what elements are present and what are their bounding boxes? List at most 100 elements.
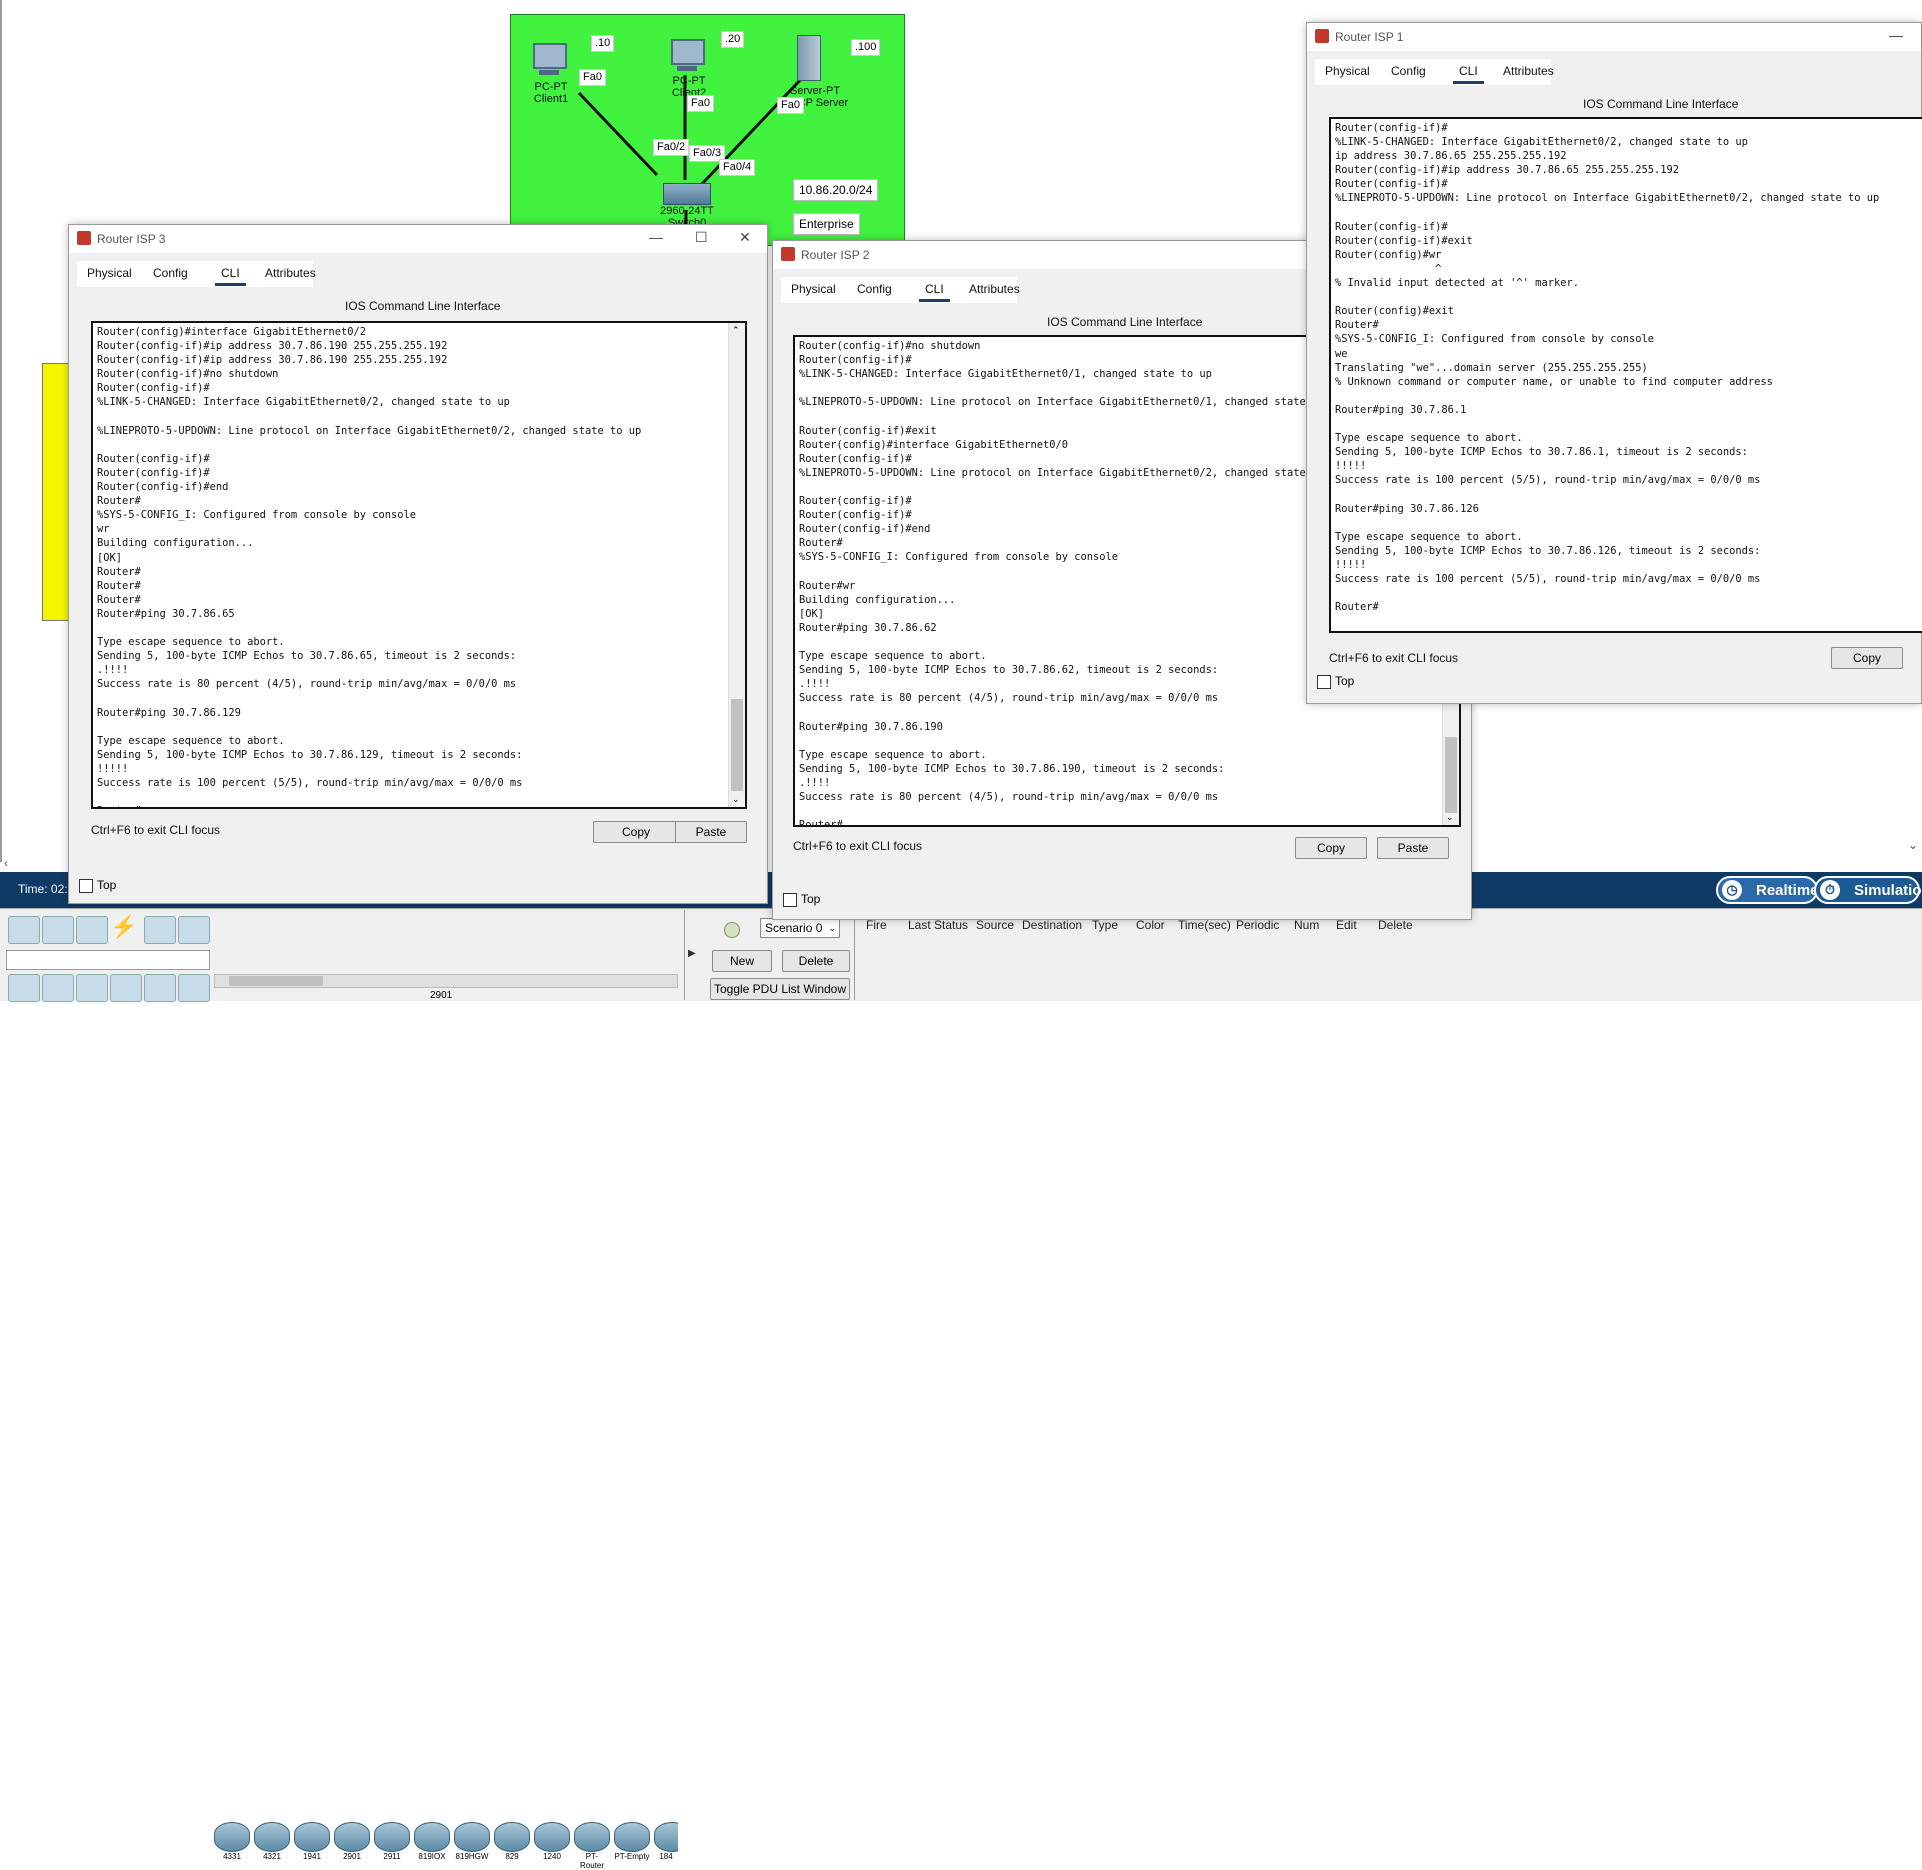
cli-terminal[interactable]: Router(config)#interface GigabitEthernet… [91, 321, 747, 809]
chevron-down-icon: ⌄ [828, 923, 836, 933]
selected-model-label: 2901 [430, 990, 453, 1001]
titlebar[interactable]: Router ISP 3 — ☐ ✕ [69, 225, 767, 253]
multiuser-icon[interactable] [178, 916, 210, 944]
tab-physical[interactable]: Physical [87, 266, 132, 280]
tab-attributes[interactable]: Attributes [1503, 64, 1554, 78]
router-model-tile[interactable]: 819HGW [454, 1822, 490, 1864]
pdu-col-num: Num [1294, 918, 1320, 932]
toggle-pdu-list-button[interactable]: Toggle PDU List Window [710, 978, 850, 1000]
switches-icon[interactable] [42, 974, 74, 1002]
category-filter[interactable] [6, 950, 210, 970]
expand-arrow-icon[interactable]: ▶ [688, 948, 696, 959]
exit-cli-hint: Ctrl+F6 to exit CLI focus [793, 839, 923, 853]
simulation-label: Simulation [1854, 882, 1922, 899]
tab-physical[interactable]: Physical [1325, 64, 1370, 78]
scroll-down-icon[interactable]: ⌄ [732, 794, 740, 805]
server-icon[interactable] [797, 35, 821, 81]
minimize-icon[interactable]: — [649, 229, 663, 245]
tab-cli[interactable]: CLI [1453, 64, 1484, 84]
titlebar[interactable]: Router ISP 1 — [1307, 23, 1921, 51]
pc-icon[interactable] [671, 39, 705, 71]
tab-attributes[interactable]: Attributes [969, 282, 1020, 296]
simulation-button[interactable]: ⏱ Simulation [1814, 876, 1922, 904]
router-model-tile[interactable]: PT-Empty [614, 1822, 650, 1864]
router-model-tile[interactable]: PT-Router [574, 1822, 610, 1870]
scenario-select[interactable]: Scenario 0 ⌄ [760, 918, 840, 938]
client1-model-label: PC-PT [534, 81, 568, 93]
pdu-col-color: Color [1136, 918, 1165, 932]
realtime-button[interactable]: ◷ Realtime [1716, 876, 1819, 904]
maximize-icon[interactable]: ☐ [695, 229, 708, 246]
switch-icon[interactable] [663, 183, 711, 205]
router-model-tile[interactable]: 4331 [214, 1822, 250, 1864]
pdu-col-last-status: Last Status [908, 918, 969, 932]
tab-cli[interactable]: CLI [215, 266, 246, 286]
pdu-col-type: Type [1092, 918, 1119, 932]
router-model-tile[interactable]: 2911 [374, 1822, 410, 1864]
info-icon[interactable] [724, 922, 740, 938]
window-title: Router ISP 1 [1335, 30, 1404, 44]
realtime-label: Realtime [1756, 882, 1819, 899]
scroll-up-icon[interactable]: ⌃ [732, 325, 740, 336]
misc-icon[interactable] [144, 916, 176, 944]
routers-icon[interactable] [8, 974, 40, 1002]
tab-cli[interactable]: CLI [919, 282, 950, 302]
tab-physical[interactable]: Physical [791, 282, 836, 296]
top-checkbox[interactable] [79, 879, 93, 893]
subnet-note: 10.86.20.0/24 [793, 179, 879, 201]
panel-divider [854, 910, 855, 1000]
wireless-icon[interactable] [110, 974, 142, 1002]
scroll-thumb[interactable] [731, 699, 743, 791]
enterprise-area[interactable]: PC-PT Client1 .10 Fa0 PC-PT Client2 .20 … [510, 14, 905, 246]
components-icon[interactable] [76, 916, 108, 944]
router-model-tile[interactable]: 184 [654, 1822, 678, 1864]
tab-config[interactable]: Config [1391, 64, 1426, 78]
router-model-tile[interactable]: 829 [494, 1822, 530, 1864]
router-isp1-window: Router ISP 1 — Physical Config CLI Attri… [1306, 22, 1922, 704]
tab-config[interactable]: Config [857, 282, 892, 296]
client2-model-label: PC-PT [672, 75, 706, 87]
scroll-down-icon[interactable]: ⌄ [1908, 838, 1918, 852]
wan-emulation-icon[interactable] [178, 974, 210, 1002]
scroll-left-icon[interactable]: ‹ [4, 856, 8, 870]
end-devices-icon[interactable] [42, 916, 74, 944]
delete-scenario-button[interactable]: Delete [782, 950, 850, 972]
minimize-icon[interactable]: — [1889, 27, 1903, 43]
copy-button[interactable]: Copy [1295, 837, 1367, 859]
top-checkbox[interactable] [1317, 675, 1331, 689]
paste-button[interactable]: Paste [675, 821, 747, 843]
client1-name-label: Client1 [533, 93, 569, 105]
connections-icon[interactable]: ⚡ [110, 914, 137, 940]
new-scenario-button[interactable]: New [712, 950, 772, 972]
model-scrollbar[interactable] [214, 974, 678, 988]
router-model-tile[interactable]: 1941 [294, 1822, 330, 1864]
cli-terminal[interactable]: Router(config-if)# %LINK-5-CHANGED: Inte… [1329, 117, 1922, 633]
router-model-tile[interactable]: 4321 [254, 1822, 290, 1864]
router-model-tile[interactable]: 1240 [534, 1822, 570, 1864]
router-model-tile[interactable]: 819IOX [414, 1822, 450, 1864]
server-ip-tag: .100 [851, 39, 881, 56]
tab-config[interactable]: Config [153, 266, 188, 280]
cli-output: Router(config-if)# %LINK-5-CHANGED: Inte… [1335, 122, 1880, 614]
terminal-scrollbar[interactable]: ⌃ ⌄ [728, 323, 745, 807]
switch-port-tag: Fa0/4 [719, 159, 756, 176]
top-checkbox[interactable] [783, 893, 797, 907]
router-isp3-window: Router ISP 3 — ☐ ✕ Physical Config CLI A… [68, 224, 768, 904]
scroll-down-icon[interactable]: ⌄ [1446, 812, 1454, 823]
copy-button[interactable]: Copy [593, 821, 679, 843]
client2-port-tag: Fa0 [687, 95, 714, 112]
pdu-col-delete: Delete [1378, 918, 1413, 932]
hubs-icon[interactable] [76, 974, 108, 1002]
time-label: Time: 02: [18, 882, 68, 896]
pc-icon[interactable] [533, 43, 567, 75]
paste-button[interactable]: Paste [1377, 837, 1449, 859]
copy-button[interactable]: Copy [1831, 647, 1903, 669]
security-icon[interactable] [144, 974, 176, 1002]
router-model-tile[interactable]: 2901 [334, 1822, 370, 1864]
scroll-thumb[interactable] [1445, 737, 1457, 813]
pdu-col-time: Time(sec) [1178, 918, 1231, 932]
scenario-value: Scenario 0 [765, 921, 823, 935]
network-devices-icon[interactable] [8, 916, 40, 944]
tab-attributes[interactable]: Attributes [265, 266, 316, 280]
close-icon[interactable]: ✕ [739, 229, 751, 246]
